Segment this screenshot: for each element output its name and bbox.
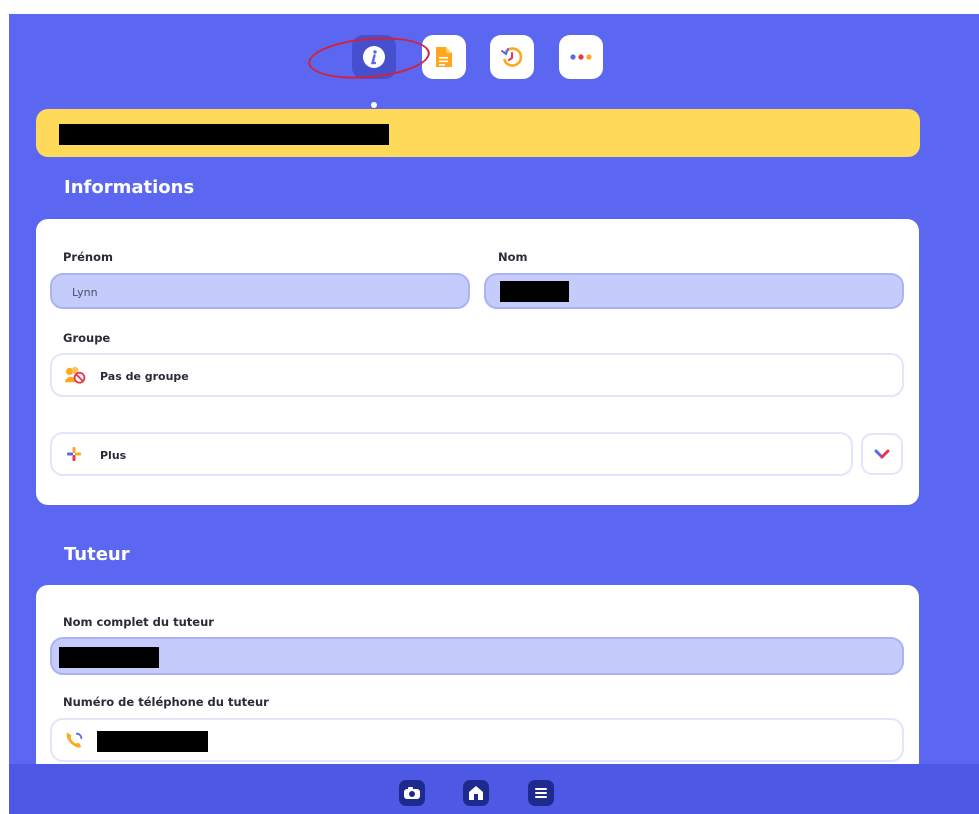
plus-icon bbox=[67, 447, 81, 461]
groupe-value: Pas de groupe bbox=[100, 370, 189, 383]
tab-info[interactable] bbox=[352, 35, 396, 79]
nav-menu-button[interactable] bbox=[528, 780, 554, 806]
nom-complet-tuteur-field[interactable] bbox=[50, 637, 904, 675]
tab-more[interactable] bbox=[559, 35, 603, 79]
section-title-informations: Informations bbox=[64, 177, 195, 198]
prenom-field[interactable]: Lynn bbox=[50, 273, 470, 309]
redacted-tuteur-name bbox=[59, 647, 159, 668]
expand-button[interactable] bbox=[861, 433, 903, 475]
prenom-value: Lynn bbox=[72, 286, 98, 299]
nom-field[interactable] bbox=[484, 273, 904, 309]
redacted-name bbox=[59, 124, 389, 145]
history-icon bbox=[501, 47, 523, 67]
group-none-icon bbox=[65, 366, 86, 384]
redacted-nom bbox=[500, 281, 569, 302]
chevron-down-icon bbox=[874, 449, 890, 459]
redacted-telephone bbox=[97, 731, 208, 752]
bottom-navigation bbox=[9, 764, 979, 814]
more-dots-icon bbox=[570, 54, 592, 60]
informations-card: Prénom Lynn Nom Groupe Pas de groupe Plu… bbox=[36, 219, 919, 505]
header-banner bbox=[36, 109, 920, 157]
plus-label: Plus bbox=[100, 449, 127, 462]
document-icon bbox=[436, 47, 452, 67]
telephone-tuteur-label: Numéro de téléphone du tuteur bbox=[63, 695, 269, 709]
nom-label: Nom bbox=[498, 250, 528, 264]
nav-camera-button[interactable] bbox=[399, 780, 425, 806]
tab-document[interactable] bbox=[422, 35, 466, 79]
tab-history[interactable] bbox=[490, 35, 534, 79]
groupe-label: Groupe bbox=[63, 331, 111, 345]
nom-complet-tuteur-label: Nom complet du tuteur bbox=[63, 615, 214, 629]
home-icon bbox=[469, 786, 483, 800]
app-screen: Informations Prénom Lynn Nom Groupe Pas … bbox=[9, 14, 979, 814]
menu-icon bbox=[535, 788, 547, 798]
telephone-tuteur-field[interactable] bbox=[50, 718, 904, 762]
nav-home-button[interactable] bbox=[463, 780, 489, 806]
section-title-tuteur: Tuteur bbox=[64, 544, 130, 565]
phone-icon bbox=[66, 732, 83, 748]
camera-icon bbox=[404, 787, 420, 799]
prenom-label: Prénom bbox=[63, 250, 113, 264]
groupe-selector[interactable]: Pas de groupe bbox=[50, 353, 904, 397]
plus-field[interactable]: Plus bbox=[50, 432, 853, 476]
info-icon bbox=[363, 46, 385, 68]
active-tab-indicator bbox=[371, 102, 377, 108]
